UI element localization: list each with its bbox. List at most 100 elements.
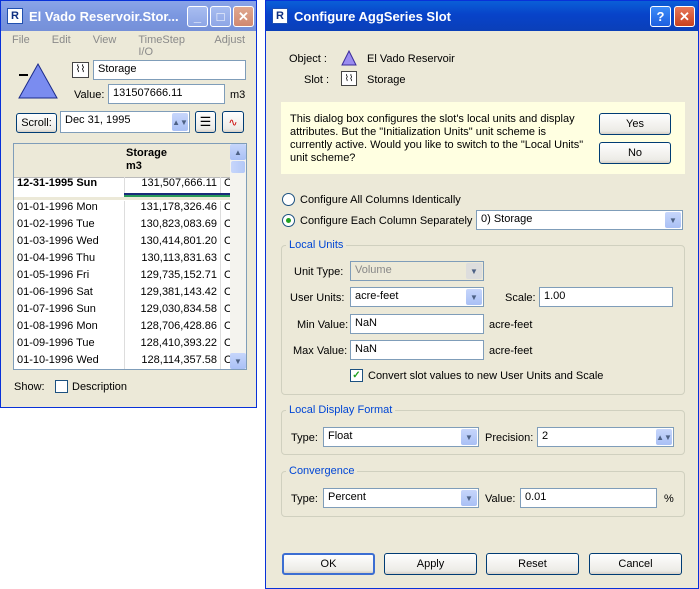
configure-each-label[interactable]: Configure Each Column Separately [300,215,472,227]
row-value[interactable]: 128,410,393.22 [124,337,220,354]
init-row[interactable]: 12-31-1995 Sun 131,507,666.11 O [14,177,233,193]
scroll-down-icon[interactable]: ▼ [230,353,246,369]
slot-label: Slot : [304,74,330,86]
chevron-down-icon[interactable]: ▼ [665,212,681,228]
table-row[interactable]: 01-10-1996 Wed 128,114,357.58 O [14,354,233,369]
value-field[interactable]: 131507666.11 [108,84,225,104]
no-button[interactable]: No [599,142,671,164]
close-button[interactable]: ✕ [233,6,254,27]
row-value[interactable]: 130,823,083.69 [124,218,220,235]
max-value-unit: acre-feet [489,345,533,357]
scroll-date-spinner[interactable]: Dec 31, 1995 ▲▼ [60,111,190,133]
dialog-close-button[interactable]: ✕ [674,6,695,27]
init-separator-line [14,197,232,200]
row-value[interactable]: 128,706,428.86 [124,320,220,337]
column-select[interactable]: 0) Storage ▼ [476,210,683,230]
format-type-value: Float [328,430,353,442]
series-slot-icon: ⌇⌇ [72,62,89,78]
reservoir-icon [18,62,58,99]
chevron-down-icon[interactable]: ▼ [461,429,477,445]
convert-values-label[interactable]: Convert slot values to new User Units an… [368,370,603,382]
local-units-title: Local Units [286,239,347,251]
user-units-value: acre-feet [355,290,399,302]
unit-type-label: Unit Type: [294,266,344,278]
row-value[interactable]: 131,178,326.46 [124,201,220,218]
chevron-down-icon[interactable]: ▼ [461,490,477,506]
table-scrollbar[interactable]: ▲ ▼ [230,144,246,369]
init-row-value[interactable]: 131,507,666.11 [124,177,220,193]
reservoir-icon [341,50,357,66]
list-icon: ☰ [199,114,212,129]
description-checkbox[interactable] [55,380,68,393]
reset-button[interactable]: Reset [486,553,579,575]
min-value-field[interactable]: NaN [350,314,484,334]
convergence-type-value: Percent [328,491,366,503]
menu-timestep-io[interactable]: TimeStep I/O [127,31,203,58]
cancel-button[interactable]: Cancel [589,553,682,575]
format-type-select[interactable]: Float ▼ [323,427,479,447]
precision-spinner[interactable]: 2 ▲▼ [537,427,674,447]
convert-values-checkbox[interactable]: ✓ [350,369,363,382]
max-value-field[interactable]: NaN [350,340,484,360]
menu-edit[interactable]: Edit [41,31,82,51]
column-header-name: Storage [126,147,167,159]
row-date: 01-07-1996 Sun [17,303,96,315]
yes-button[interactable]: Yes [599,113,671,135]
show-label: Show: [14,381,45,393]
value-label: Value: [74,89,105,101]
scroll-button[interactable]: Scroll: [16,113,57,133]
list-view-button[interactable]: ☰ [195,111,216,133]
table-row[interactable]: 01-04-1996 Thu 130,113,831.63 O [14,252,233,269]
help-button[interactable]: ? [650,6,671,27]
table-row[interactable]: 01-05-1996 Fri 129,735,152.71 O [14,269,233,286]
prompt-message: This dialog box configures the slot's lo… [290,113,584,164]
plot-button[interactable]: ∿ [222,111,244,133]
convergence-type-select[interactable]: Percent ▼ [323,488,479,508]
dialog-title: Configure AggSeries Slot [294,8,451,24]
scale-field[interactable]: 1.00 [539,287,673,307]
row-value[interactable]: 130,414,801.20 [124,235,220,252]
maximize-button[interactable]: □ [210,6,231,27]
spinner-arrows-icon[interactable]: ▲▼ [656,429,672,445]
slot-window-titlebar[interactable]: R El Vado Reservoir.Stor... _ □ ✕ [1,1,256,31]
slot-window-title: El Vado Reservoir.Stor... [29,8,179,24]
configure-each-radio[interactable] [282,214,295,227]
spinner-arrows-icon[interactable]: ▲▼ [172,113,188,131]
row-value[interactable]: 130,113,831.63 [124,252,220,269]
row-value[interactable]: 128,114,357.58 [124,354,220,369]
table-row[interactable]: 01-07-1996 Sun 129,030,834.58 O [14,303,233,320]
value-unit: m3 [230,89,246,101]
row-value[interactable]: 129,381,143.42 [124,286,220,303]
convergence-value-field[interactable]: 0.01 [520,488,657,508]
row-value[interactable]: 129,030,834.58 [124,303,220,320]
row-date: 01-08-1996 Mon [17,320,98,332]
table-row[interactable]: 01-08-1996 Mon 128,706,428.86 O [14,320,233,337]
table-row[interactable]: 01-02-1996 Tue 130,823,083.69 O [14,218,233,235]
menu-view[interactable]: View [82,31,128,51]
min-value-label: Min Value: [297,319,349,331]
object-label: Object : [289,53,327,65]
configure-all-label[interactable]: Configure All Columns Identically [300,194,461,206]
table-row[interactable]: 01-03-1996 Wed 130,414,801.20 O [14,235,233,252]
slot-name-field[interactable]: Storage [93,60,246,80]
slot-data-table: Storage m3 12-31-1995 Sun 131,507,666.11… [13,143,247,370]
menu-file[interactable]: File [1,31,41,51]
minimize-button[interactable]: _ [187,6,208,27]
configure-all-radio[interactable] [282,193,295,206]
slot-value: Storage [367,74,406,86]
table-row[interactable]: 01-06-1996 Sat 129,381,143.42 O [14,286,233,303]
scroll-up-icon[interactable]: ▲ [230,144,246,160]
ok-button[interactable]: OK [282,553,375,575]
dialog-titlebar[interactable]: R Configure AggSeries Slot ? ✕ [266,1,698,31]
precision-value: 2 [542,430,549,442]
menu-adjust[interactable]: Adjust [203,31,256,51]
user-units-select[interactable]: acre-feet ▼ [350,287,484,307]
row-value[interactable]: 129,735,152.71 [124,269,220,286]
chevron-down-icon[interactable]: ▼ [466,289,482,305]
apply-button[interactable]: Apply [384,553,477,575]
table-row[interactable]: 01-01-1996 Mon 131,178,326.46 O [14,201,233,218]
scroll-thumb[interactable] [231,161,245,173]
user-units-label: User Units: [290,292,345,304]
table-row[interactable]: 01-09-1996 Tue 128,410,393.22 O [14,337,233,354]
column-select-value: 0) Storage [481,213,533,225]
